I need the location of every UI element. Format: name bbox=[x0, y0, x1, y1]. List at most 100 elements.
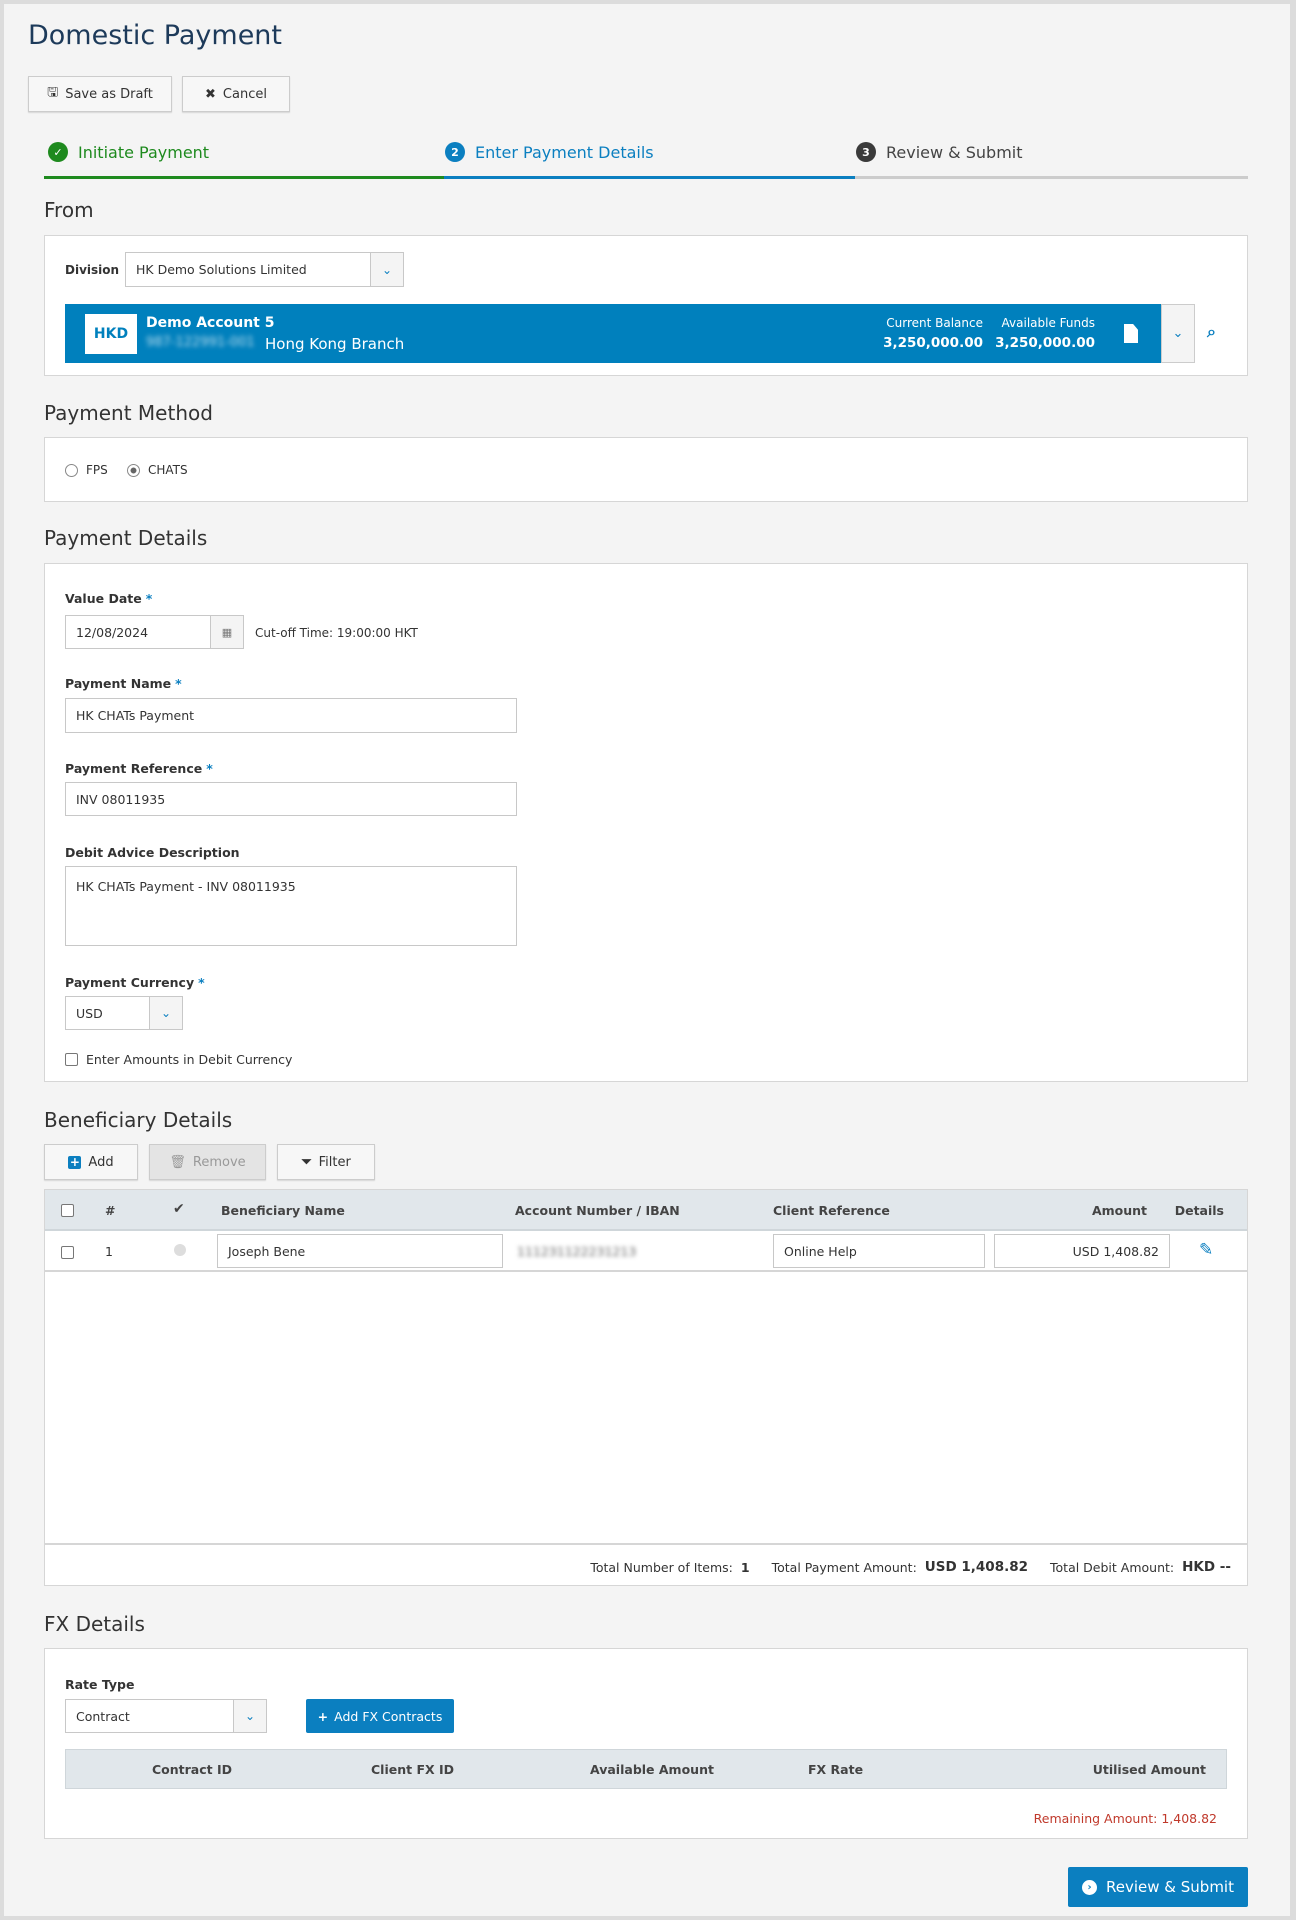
remove-beneficiary-button[interactable]: 🗑 Remove bbox=[149, 1144, 266, 1180]
search-icon[interactable]: ⌕ bbox=[1207, 322, 1216, 342]
payment-name-label: Payment Name * bbox=[65, 676, 182, 691]
from-panel: Division HK Demo Solutions Limited ⌄ HKD… bbox=[44, 235, 1248, 376]
step-progress-pending bbox=[855, 176, 1248, 179]
payment-method-panel: FPS CHATS bbox=[44, 437, 1248, 502]
account-number: 987-122991-001 bbox=[146, 335, 255, 350]
column-client-reference: Client Reference bbox=[773, 1203, 890, 1218]
check-circle-icon: ✔ bbox=[173, 1201, 185, 1217]
step-progress-done bbox=[44, 176, 444, 179]
table-footer: Total Number of Items: 1 Total Payment A… bbox=[590, 1559, 1231, 1575]
edit-icon[interactable]: ✎ bbox=[1199, 1240, 1213, 1260]
save-draft-label: Save as Draft bbox=[65, 86, 153, 102]
payment-reference-label: Payment Reference * bbox=[65, 761, 213, 776]
save-draft-button[interactable]: 🖫 Save as Draft bbox=[28, 76, 172, 112]
beneficiary-heading: Beneficiary Details bbox=[44, 1108, 233, 1132]
radio-chats[interactable]: CHATS bbox=[127, 463, 188, 477]
value-date-input[interactable]: 12/08/2024 ▦ bbox=[65, 615, 244, 649]
column-amount: Amount bbox=[1091, 1203, 1147, 1218]
filter-icon: ⏷ bbox=[301, 1154, 312, 1170]
step-initiate-payment[interactable]: ✓ Initiate Payment bbox=[48, 142, 209, 162]
payment-currency-select[interactable]: USD ⌄ bbox=[65, 996, 183, 1030]
step-label: Review & Submit bbox=[886, 142, 1023, 162]
chevron-down-icon[interactable]: ⌄ bbox=[233, 1699, 267, 1733]
beneficiary-name-input[interactable]: Joseph Bene bbox=[217, 1234, 503, 1268]
division-value: HK Demo Solutions Limited bbox=[136, 262, 307, 277]
currency-value: USD bbox=[76, 1005, 103, 1021]
trash-icon: 🗑 bbox=[169, 1154, 186, 1170]
table-footer-divider bbox=[45, 1543, 1247, 1545]
value-date-label: Value Date * bbox=[65, 591, 153, 606]
review-submit-label: Review & Submit bbox=[1106, 1878, 1234, 1896]
from-heading: From bbox=[44, 198, 94, 222]
column-available-amount: Available Amount bbox=[590, 1762, 714, 1777]
debit-advice-label: Debit Advice Description bbox=[65, 845, 240, 860]
currency-badge: HKD bbox=[85, 314, 137, 354]
column-fx-rate: FX Rate bbox=[808, 1762, 864, 1777]
review-submit-button[interactable]: › Review & Submit bbox=[1068, 1867, 1248, 1907]
step-label: Enter Payment Details bbox=[475, 142, 654, 162]
column-utilised-amount: Utilised Amount bbox=[1092, 1762, 1206, 1777]
account-number: 111231122231213 bbox=[517, 1244, 637, 1259]
floppy-disk-icon: 🖫 bbox=[47, 85, 59, 100]
total-items: 1 bbox=[740, 1559, 750, 1575]
table-header: # ✔ Beneficiary Name Account Number / IB… bbox=[45, 1190, 1247, 1231]
add-fx-label: Add FX Contracts bbox=[334, 1708, 443, 1724]
table-row: 1 Joseph Bene 111231122231213 Online Hel… bbox=[45, 1231, 1247, 1272]
filter-button[interactable]: ⏷ Filter bbox=[277, 1144, 375, 1180]
client-reference-input[interactable]: Online Help bbox=[773, 1234, 985, 1268]
plus-icon: + bbox=[317, 1708, 329, 1724]
radio-fps[interactable]: FPS bbox=[65, 463, 108, 477]
radio-label: FPS bbox=[86, 463, 108, 477]
calendar-icon[interactable]: ▦ bbox=[210, 615, 244, 649]
status-check-icon bbox=[174, 1244, 186, 1256]
page: Domestic Payment 🖫 Save as Draft ✖ Cancel … bbox=[4, 4, 1290, 1916]
payment-currency-label: Payment Currency * bbox=[65, 975, 205, 990]
plus-square-icon: + bbox=[68, 1154, 82, 1169]
select-all-checkbox[interactable] bbox=[61, 1204, 74, 1217]
amount-input[interactable]: USD 1,408.82 bbox=[994, 1234, 1170, 1268]
fx-heading: FX Details bbox=[44, 1612, 145, 1636]
value-date-value: 12/08/2024 bbox=[76, 624, 149, 640]
step-progress-active bbox=[444, 176, 855, 179]
account-dropdown-chevron-icon[interactable]: ⌄ bbox=[1161, 304, 1195, 363]
add-fx-contracts-button[interactable]: + Add FX Contracts bbox=[306, 1699, 454, 1733]
radio-circle-selected[interactable] bbox=[127, 463, 140, 477]
fx-table-header: Contract ID Client FX ID Available Amoun… bbox=[65, 1749, 1227, 1789]
chevron-right-circle-icon: › bbox=[1082, 1879, 1098, 1895]
add-beneficiary-button[interactable]: + Add bbox=[44, 1144, 138, 1180]
rate-type-select[interactable]: Contract ⌄ bbox=[65, 1699, 267, 1733]
step-enter-payment-details[interactable]: 2 Enter Payment Details bbox=[445, 142, 654, 162]
radio-label: CHATS bbox=[148, 463, 188, 477]
step-number-icon: 3 bbox=[856, 142, 876, 162]
payment-details-heading: Payment Details bbox=[44, 526, 208, 550]
cutoff-time: Cut-off Time: 19:00:00 HKT bbox=[255, 626, 418, 640]
checkbox[interactable] bbox=[65, 1053, 78, 1066]
debit-advice-textarea[interactable]: HK CHATs Payment - INV 08011935 bbox=[65, 866, 517, 946]
debit-currency-checkbox[interactable]: Enter Amounts in Debit Currency bbox=[65, 1052, 292, 1067]
payment-reference-input[interactable]: INV 08011935 bbox=[65, 782, 517, 816]
total-debit-label: Total Debit Amount: bbox=[1050, 1559, 1175, 1575]
chevron-down-icon[interactable]: ⌄ bbox=[370, 252, 404, 287]
current-balance-label: Current Balance bbox=[886, 316, 983, 330]
row-number: 1 bbox=[105, 1244, 113, 1259]
cancel-button[interactable]: ✖ Cancel bbox=[182, 76, 290, 112]
rate-type-value: Contract bbox=[76, 1708, 130, 1724]
payment-name-input[interactable]: HK CHATs Payment bbox=[65, 698, 517, 733]
close-icon: ✖ bbox=[205, 86, 216, 102]
radio-circle[interactable] bbox=[65, 463, 78, 477]
step-review-submit: 3 Review & Submit bbox=[856, 142, 1023, 162]
payment-details-panel: Value Date * 12/08/2024 ▦ Cut-off Time: 1… bbox=[44, 563, 1248, 1082]
step-label: Initiate Payment bbox=[78, 142, 210, 162]
rate-type-label: Rate Type bbox=[65, 1677, 135, 1692]
column-beneficiary-name: Beneficiary Name bbox=[221, 1203, 345, 1218]
column-details: Details bbox=[1174, 1203, 1224, 1218]
row-checkbox[interactable] bbox=[61, 1246, 74, 1259]
account-card[interactable]: HKD Demo Account 5 987-122991-001 Hong K… bbox=[65, 304, 1161, 363]
payment-method-heading: Payment Method bbox=[44, 401, 213, 425]
filter-label: Filter bbox=[318, 1154, 351, 1170]
beneficiary-table: # ✔ Beneficiary Name Account Number / IB… bbox=[44, 1189, 1248, 1586]
division-select[interactable]: HK Demo Solutions Limited ⌄ bbox=[125, 252, 404, 287]
chevron-down-icon[interactable]: ⌄ bbox=[149, 996, 183, 1030]
total-payment: USD 1,408.82 bbox=[924, 1559, 1029, 1575]
document-icon[interactable] bbox=[1124, 324, 1138, 343]
